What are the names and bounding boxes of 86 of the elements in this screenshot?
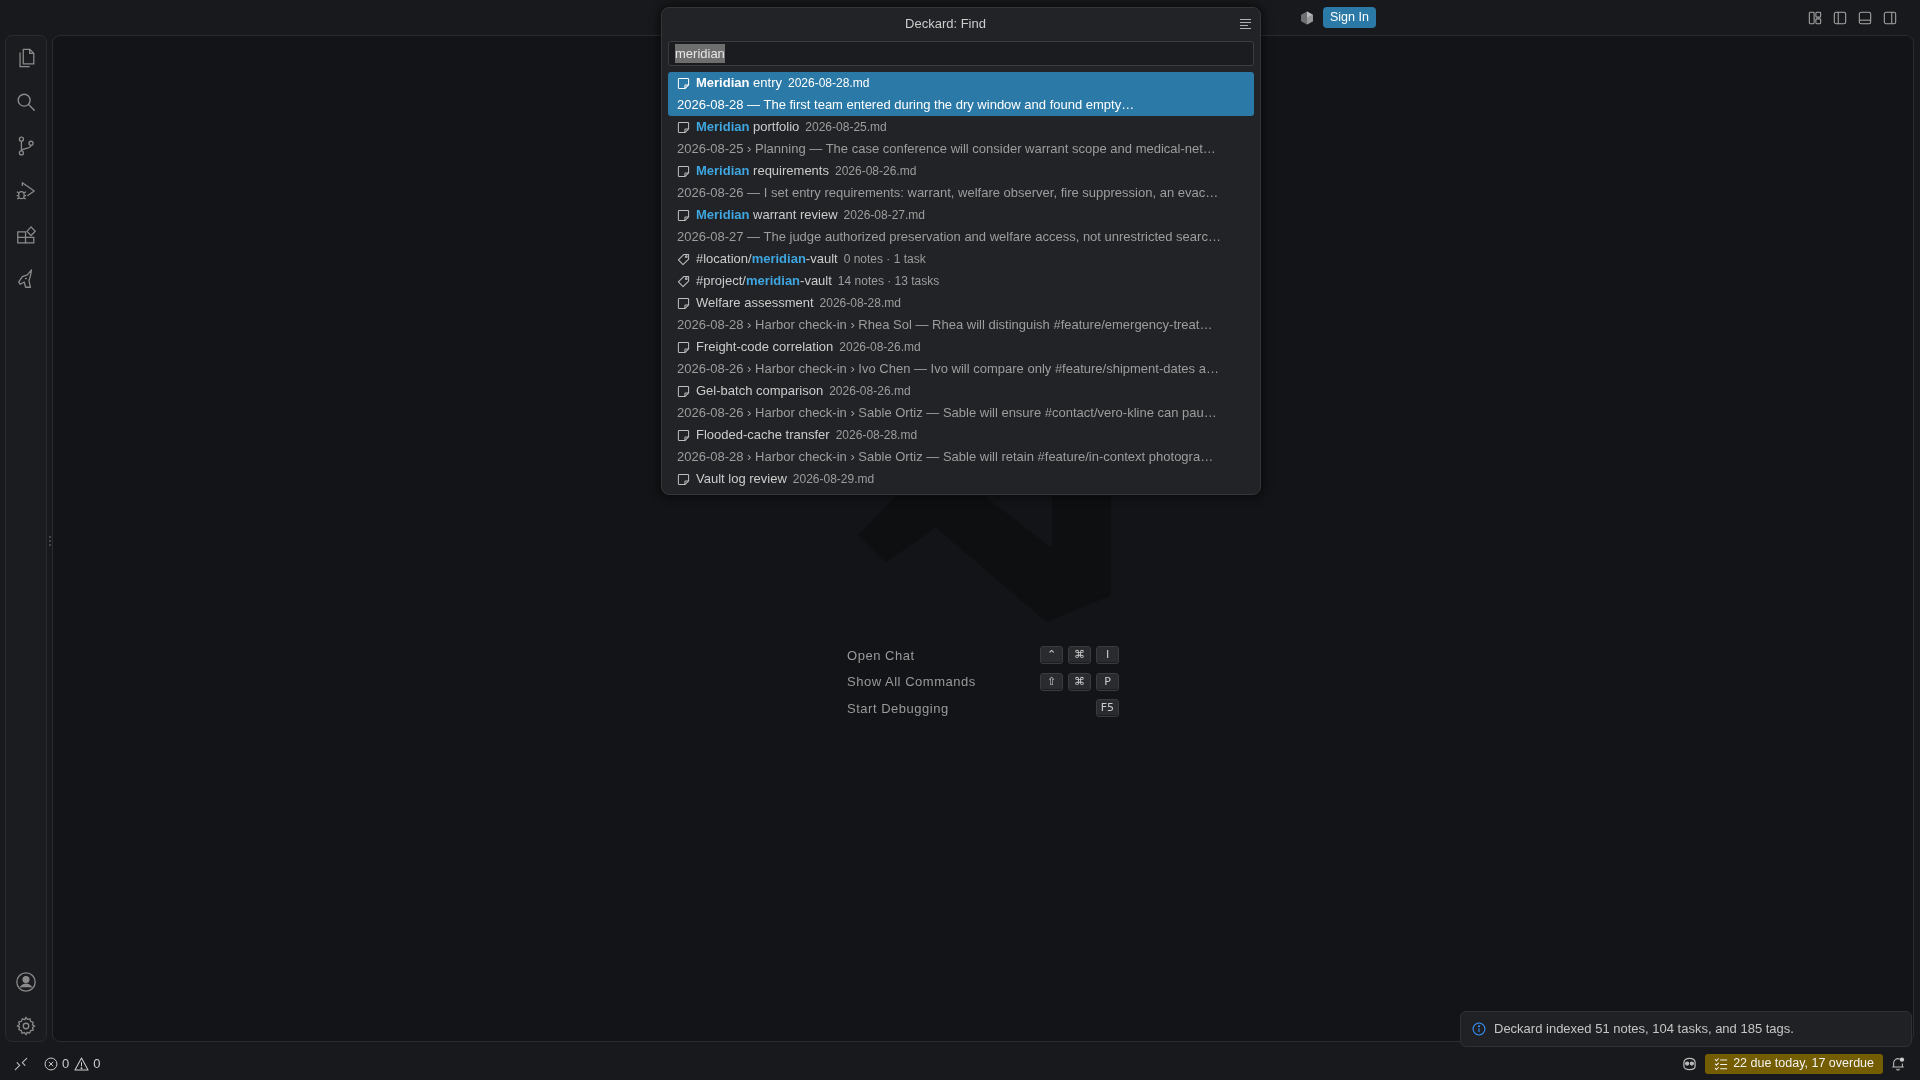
note-icon <box>677 384 690 398</box>
note-excerpt: 2026-08-27 — The judge authorized preservation and welfare access, not unrestricted searc… <box>677 228 1221 247</box>
result-item[interactable]: Gel-batch comparison 2026-08-26.md 2026-08-26 › Harbor check-in › Sable Ortiz — Sable will ensure #contact/vero-kline can pau… <box>668 380 1254 424</box>
note-icon <box>677 340 690 354</box>
file-name: 2026-08-26.md <box>834 163 917 180</box>
note-title: Meridian portfolio <box>696 118 800 137</box>
info-icon <box>1472 1022 1486 1036</box>
note-excerpt: 2026-08-28 — The first team entered during the dry window and found empty… <box>677 96 1135 115</box>
extensions-icon[interactable] <box>15 224 37 246</box>
file-name: 2026-08-29.md <box>792 471 875 488</box>
account-icon[interactable] <box>15 971 37 993</box>
note-icon <box>677 472 690 486</box>
run-debug-icon[interactable] <box>15 180 37 202</box>
note-title: Meridian requirements <box>696 162 829 181</box>
problems-button[interactable]: 0 0 <box>44 1053 101 1074</box>
shortcut-key: P <box>1096 672 1119 691</box>
note-icon <box>677 428 690 442</box>
shortcut-key: ⌘ <box>1068 646 1091 665</box>
shortcut-key: F5 <box>1095 699 1119 718</box>
result-item[interactable]: Meridian requirements 2026-08-26.md 2026-08-26 — I set entry requirements: warrant, welfare observer, fire suppression, an evac… <box>668 160 1254 204</box>
file-name: 2026-08-28.md <box>788 75 870 92</box>
note-icon <box>677 120 690 134</box>
tag-counts: 14 notes · 13 tasks <box>837 273 940 290</box>
note-icon <box>677 208 690 222</box>
command-label: Start Debugging <box>847 699 949 718</box>
notification-bell-icon[interactable] <box>1891 1056 1905 1071</box>
search-field[interactable]: meridian <box>668 41 1254 66</box>
note-excerpt: 2026-08-28 › Harbor check-in › Rhea Sol — Rhea will distinguish #feature/emergency-treat… <box>677 316 1213 335</box>
note-title: Gel-batch comparison <box>696 382 824 401</box>
sign-in-button[interactable]: Sign In <box>1323 7 1376 28</box>
result-item[interactable]: Meridian entry 2026-08-28.md 2026-08-28 — The first team entered during the dry window and found empty… <box>668 72 1254 116</box>
note-excerpt: 2026-08-25 › Planning — The case conference will consider warrant scope and medical-net… <box>677 140 1216 159</box>
note-title: Welfare assessment <box>696 294 814 313</box>
tag-name: #project/meridian-vault <box>696 272 832 291</box>
tag-icon <box>677 274 690 288</box>
quick-pick-title: Deckard: Find <box>905 14 986 33</box>
note-icon <box>677 164 690 178</box>
list-lines-icon[interactable] <box>1239 17 1252 30</box>
result-item[interactable]: Freight-code correlation 2026-08-26.md 2026-08-26 › Harbor check-in › Ivo Chen — Ivo will compare only #feature/shipment-dates a… <box>668 336 1254 380</box>
error-icon <box>44 1056 58 1071</box>
warning-icon <box>74 1056 90 1071</box>
note-excerpt: 2026-08-26 › Harbor check-in › Ivo Chen — Ivo will compare only #feature/shipment-dates a… <box>677 360 1219 379</box>
note-icon <box>677 76 690 90</box>
file-name: 2026-08-26.md <box>829 383 911 400</box>
tag-counts: 0 notes · 1 task <box>843 251 926 268</box>
shortcut-key: ⌘ <box>1068 672 1091 691</box>
note-excerpt: 2026-08-26 › Harbor check-in › Sable Ortiz — Sable will ensure #contact/vero-kline can pau… <box>677 404 1217 423</box>
note-title: Meridian entry <box>696 74 782 93</box>
note-excerpt: 2026-08-28 › Harbor check-in › Sable Ortiz — Sable will retain #feature/in-context photogra… <box>677 448 1214 467</box>
note-title: Meridian warrant review <box>696 206 838 225</box>
left-sidebar-toggle-icon[interactable] <box>1833 10 1847 25</box>
shortcut-key: ⇧ <box>1040 672 1063 691</box>
command-label: Show All Commands <box>847 673 976 691</box>
result-item[interactable]: Welfare assessment 2026-08-28.md 2026-08-28 › Harbor check-in › Rhea Sol — Rhea will distinguish #feature/emergency-treat… <box>668 292 1254 336</box>
tag-icon <box>677 252 690 266</box>
tasks-status-button[interactable]: 22 due today, 17 overdue <box>1705 1053 1883 1074</box>
settings-icon[interactable] <box>15 1015 37 1037</box>
remote-icon[interactable] <box>14 1056 28 1071</box>
cube-icon[interactable] <box>1300 10 1314 25</box>
bot-face-icon[interactable] <box>1682 1056 1698 1071</box>
shortcut-key: ⌃ <box>1040 646 1063 665</box>
tag-name: #location/meridian-vault <box>696 250 838 269</box>
note-title: Flooded-cache transfer <box>696 426 830 445</box>
note-title: Vault log review <box>696 470 787 489</box>
right-sidebar-toggle-icon[interactable] <box>1883 10 1897 25</box>
result-item[interactable]: Meridian warrant review 2026-08-27.md 2026-08-27 — The judge authorized preservation and welfare access, not unrestricted searc… <box>668 204 1254 248</box>
shortcut-key: I <box>1096 646 1119 665</box>
result-item[interactable]: Meridian portfolio 2026-08-25.md 2026-08-25 › Planning — The case conference will consider warrant scope and medical-net… <box>668 116 1254 160</box>
result-item[interactable]: #project/meridian-vault 14 notes · 13 tasks <box>668 270 1254 292</box>
result-item[interactable]: Vault log review 2026-08-29.md <box>668 468 1254 490</box>
note-icon <box>677 296 690 310</box>
file-name: 2026-08-27.md <box>843 207 925 224</box>
command-label: Open Chat <box>847 646 915 665</box>
notification-message: Deckard indexed 51 notes, 104 tasks, and 185 tags. <box>1494 1020 1794 1039</box>
checklist-icon <box>1714 1056 1729 1071</box>
note-title: Freight-code correlation <box>696 338 834 357</box>
file-name: 2026-08-28.md <box>835 427 918 444</box>
file-name: 2026-08-26.md <box>839 339 921 356</box>
file-name: 2026-08-28.md <box>819 295 901 312</box>
search-icon[interactable] <box>15 91 37 113</box>
note-excerpt: 2026-08-26 — I set entry requirements: warrant, welfare observer, fire suppression, an evac… <box>677 184 1219 203</box>
result-item[interactable]: Flooded-cache transfer 2026-08-28.md 2026-08-28 › Harbor check-in › Sable Ortiz — Sable will retain #feature/in-context photogra… <box>668 424 1254 468</box>
result-item[interactable]: #location/meridian-vault 0 notes · 1 task <box>668 248 1254 270</box>
file-name: 2026-08-25.md <box>805 119 887 136</box>
layout-controls-icon[interactable] <box>1808 10 1822 25</box>
bottom-panel-toggle-icon[interactable] <box>1858 10 1872 25</box>
